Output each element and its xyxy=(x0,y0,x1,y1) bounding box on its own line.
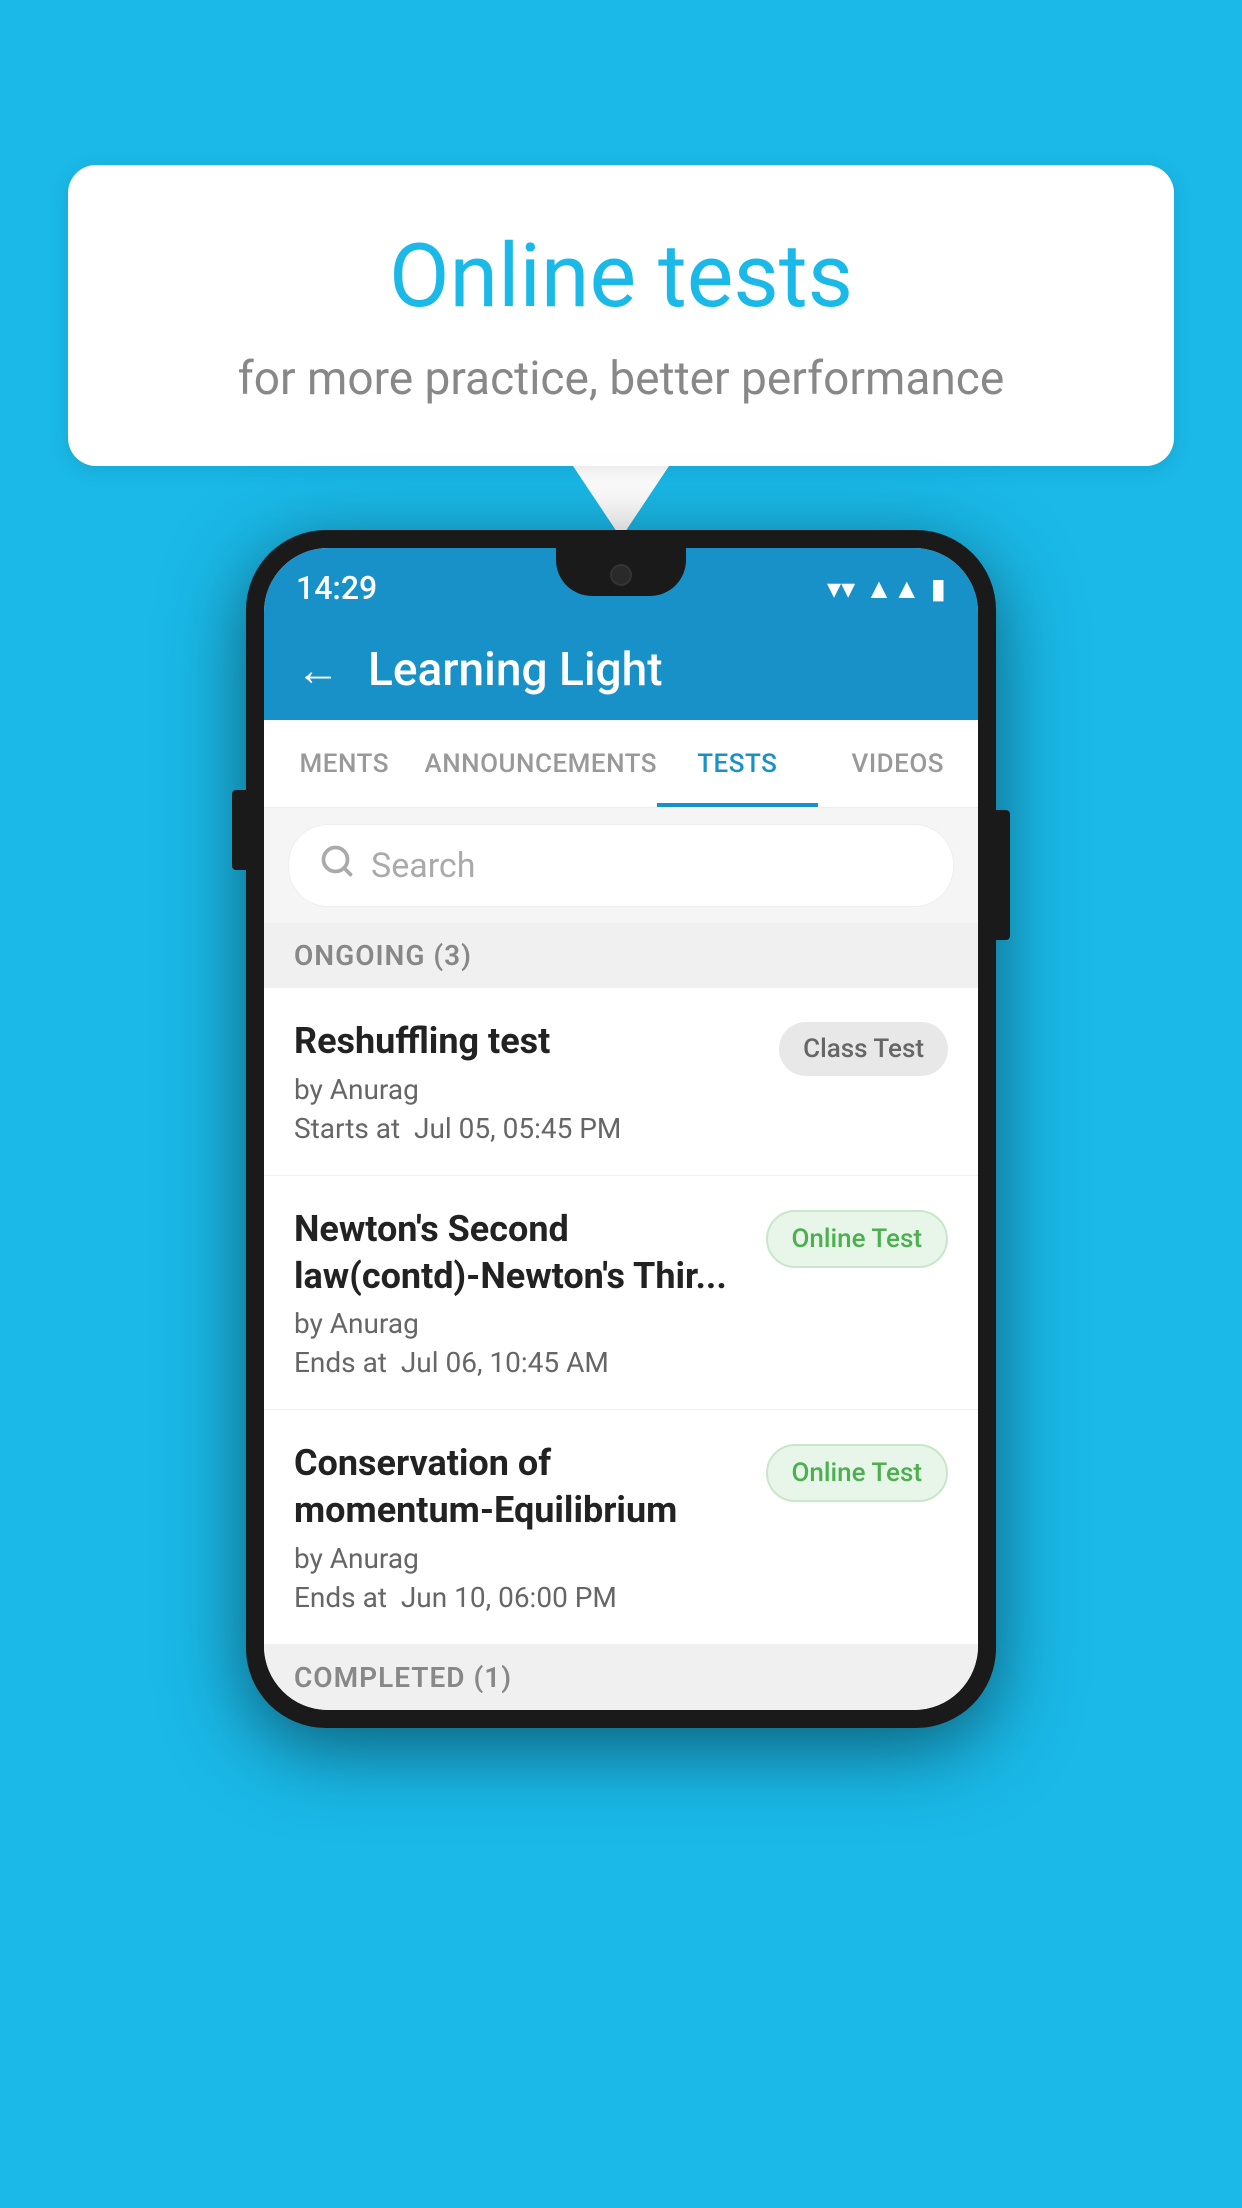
status-time: 14:29 xyxy=(296,569,377,607)
test-info-3: Conservation of momentum-Equilibrium by … xyxy=(294,1440,746,1614)
phone-screen: 14:29 ▾▾ ▲▲ ▮ ← Learning Light MENTS ANN… xyxy=(264,548,978,1710)
app-title: Learning Light xyxy=(368,643,663,697)
test-list: Reshuffling test by Anurag Starts at Jul… xyxy=(264,988,978,1645)
back-button[interactable]: ← xyxy=(296,644,340,696)
test-author-1: by Anurag xyxy=(294,1073,759,1106)
test-name-1: Reshuffling test xyxy=(294,1018,759,1065)
speech-bubble-container: Online tests for more practice, better p… xyxy=(68,165,1174,538)
test-item-1[interactable]: Reshuffling test by Anurag Starts at Jul… xyxy=(264,988,978,1176)
completed-title: COMPLETED (1) xyxy=(294,1661,512,1694)
completed-section-header: COMPLETED (1) xyxy=(264,1645,978,1710)
search-container: Search xyxy=(264,808,978,923)
search-box[interactable]: Search xyxy=(288,824,954,907)
phone-wrapper: 14:29 ▾▾ ▲▲ ▮ ← Learning Light MENTS ANN… xyxy=(246,530,996,1728)
test-info-1: Reshuffling test by Anurag Starts at Jul… xyxy=(294,1018,759,1145)
ongoing-title: ONGOING (3) xyxy=(294,939,472,972)
battery-icon: ▮ xyxy=(931,572,946,605)
test-badge-3: Online Test xyxy=(766,1444,949,1502)
test-item-3[interactable]: Conservation of momentum-Equilibrium by … xyxy=(264,1410,978,1645)
test-name-2: Newton's Second law(contd)-Newton's Thir… xyxy=(294,1206,746,1300)
test-item-2[interactable]: Newton's Second law(contd)-Newton's Thir… xyxy=(264,1176,978,1411)
wifi-icon: ▾▾ xyxy=(827,572,855,605)
test-author-3: by Anurag xyxy=(294,1542,746,1575)
tab-tests[interactable]: TESTS xyxy=(657,720,817,807)
camera xyxy=(610,564,632,586)
speech-bubble-arrow xyxy=(573,466,669,538)
test-info-2: Newton's Second law(contd)-Newton's Thir… xyxy=(294,1206,746,1380)
test-badge-2: Online Test xyxy=(766,1210,949,1268)
app-header: ← Learning Light xyxy=(264,620,978,720)
test-time-2: Ends at Jul 06, 10:45 AM xyxy=(294,1346,746,1379)
tab-ments[interactable]: MENTS xyxy=(264,720,424,807)
status-icons: ▾▾ ▲▲ ▮ xyxy=(827,572,946,605)
test-name-3: Conservation of momentum-Equilibrium xyxy=(294,1440,746,1534)
test-badge-1: Class Test xyxy=(779,1022,948,1076)
search-icon xyxy=(319,843,355,888)
tab-announcements[interactable]: ANNOUNCEMENTS xyxy=(424,720,657,807)
speech-bubble-subtitle: for more practice, better performance xyxy=(148,352,1094,406)
test-author-2: by Anurag xyxy=(294,1307,746,1340)
ongoing-section-header: ONGOING (3) xyxy=(264,923,978,988)
phone-outer: 14:29 ▾▾ ▲▲ ▮ ← Learning Light MENTS ANN… xyxy=(246,530,996,1728)
speech-bubble: Online tests for more practice, better p… xyxy=(68,165,1174,466)
test-time-3: Ends at Jun 10, 06:00 PM xyxy=(294,1581,746,1614)
tabs-bar: MENTS ANNOUNCEMENTS TESTS VIDEOS xyxy=(264,720,978,808)
speech-bubble-title: Online tests xyxy=(148,225,1094,328)
signal-icon: ▲▲ xyxy=(865,572,920,605)
test-time-1: Starts at Jul 05, 05:45 PM xyxy=(294,1112,759,1145)
tab-videos[interactable]: VIDEOS xyxy=(818,720,978,807)
search-input[interactable]: Search xyxy=(371,846,475,886)
phone-notch xyxy=(556,548,686,596)
